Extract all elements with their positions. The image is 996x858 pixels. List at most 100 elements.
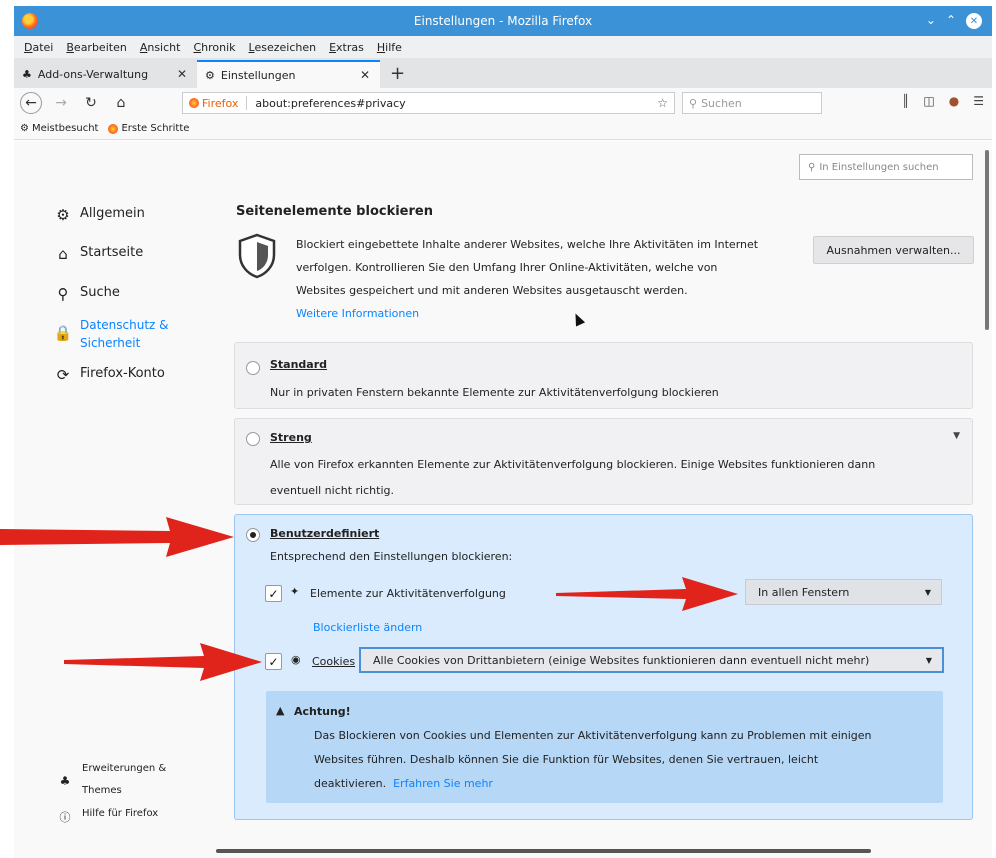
menu-bearbeiten[interactable]: Bearbeiten [66,41,126,54]
dropdown-caret-icon: ▼ [924,587,931,597]
option-title: Standard [270,358,328,371]
minimize-icon[interactable]: ⌄ [926,13,936,29]
warning-line-3: deaktivieren. [314,777,387,790]
horizontal-scrollbar[interactable] [216,849,871,853]
extension-icon[interactable]: ● [949,94,959,108]
description-line-2: verfolgen. Kontrollieren Sie den Umfang … [296,261,718,274]
sidebar-item-firefox-konto[interactable]: ⟳ Firefox-Konto [54,366,165,384]
preferences-search-input[interactable]: ⚲ In Einstellungen suchen [799,154,973,180]
star-icon[interactable]: ☆ [657,96,668,110]
help-icon: ⓘ [59,811,71,824]
option-description: Alle von Firefox erkannten Elemente zur … [270,452,950,504]
sidebar-icon[interactable]: ◫ [923,94,934,108]
close-tab-icon[interactable]: ✕ [360,68,370,82]
warning-text: Das Blockieren von Cookies und Elementen… [314,724,929,796]
annotation-arrow-cookies [64,643,262,681]
shield-icon [238,233,276,279]
firefox-logo-icon [189,98,199,108]
menu-bar: Datei Bearbeiten Ansicht Chronik Lesezei… [14,36,992,58]
search-placeholder: Suchen [701,96,742,110]
gear-icon: ⚙ [56,206,70,224]
close-window-icon[interactable]: ✕ [966,13,982,29]
window-title: Einstellungen - Mozilla Firefox [413,14,593,28]
bookmark-meistbesucht[interactable]: ⚙ Meistbesucht [20,123,98,134]
option-description: Entsprechend den Einstellungen blockiere… [270,550,513,563]
reload-icon[interactable]: ↻ [80,92,102,114]
window-titlebar: Einstellungen - Mozilla Firefox ⌄ ⌃ ✕ [14,6,992,36]
bookmark-label: Erste Schritte [121,123,190,134]
tracker-icon: ✦ [290,585,300,598]
back-icon[interactable]: ← [20,92,42,114]
url-separator [246,96,248,110]
trackers-dropdown[interactable]: In allen Fenstern ▼ [745,579,942,605]
search-input[interactable]: ⚲ Suchen [682,92,822,114]
nav-bar: ← → ↻ ⌂ Firefox about:preferences#privac… [14,88,992,118]
bookmark-erste-schritte[interactable]: Erste Schritte [108,123,189,134]
sidebar-item-suche[interactable]: ⚲ Suche [54,285,120,303]
url-bar[interactable]: Firefox about:preferences#privacy ☆ [182,92,675,114]
tab-bar: ♣ Add-ons-Verwaltung ✕ ⚙ Einstellungen ✕… [14,58,992,88]
menu-chronik[interactable]: Chronik [193,41,235,54]
radio-streng[interactable] [246,432,260,446]
sidebar-item-label: Allgemein [80,206,145,221]
description-line-1: Blockiert eingebettete Inhalte anderer W… [296,238,759,251]
tab-label: Einstellungen [220,68,296,82]
tab-settings[interactable]: ⚙ Einstellungen ✕ [197,60,380,88]
url-text: about:preferences#privacy [255,96,406,110]
tab-label: Add-ons-Verwaltung [37,67,149,81]
option-title: Streng [270,431,312,444]
option-standard[interactable]: Standard Nur in privaten Fenstern bekann… [234,342,973,409]
change-blocklist-link[interactable]: Blockierliste ändern [313,621,422,634]
cookies-dropdown[interactable]: Alle Cookies von Drittanbietern (einige … [359,647,944,673]
vertical-scrollbar[interactable] [985,150,989,330]
sidebar-item-label: Erweiterungen & [82,763,167,774]
menu-extras[interactable]: Extras [329,41,364,54]
sidebar-item-label-2: Themes [82,785,122,796]
menu-lesezeichen[interactable]: Lesezeichen [249,41,317,54]
annotation-arrow-custom [0,517,234,557]
menu-hilfe[interactable]: Hilfe [377,41,402,54]
search-icon: ⚲ [808,161,816,173]
description-line-3: Websites gespeichert und mit anderen Web… [296,284,688,297]
new-tab-button[interactable]: + [380,63,415,88]
manage-exceptions-button[interactable]: Ausnahmen verwalten... [813,236,974,264]
sidebar-item-label: Firefox-Konto [80,366,165,381]
sidebar-item-erweiterungen[interactable]: ♣ Erweiterungen & Themes [56,758,167,802]
learn-more-link[interactable]: Erfahren Sie mehr [393,777,493,790]
identity-badge[interactable]: Firefox [189,97,238,110]
home-icon[interactable]: ⌂ [110,92,132,114]
dropdown-caret-icon: ▼ [925,655,932,665]
menu-ansicht[interactable]: Ansicht [140,41,181,54]
cookies-checkbox[interactable]: ✓ [265,653,282,670]
sidebar-item-allgemein[interactable]: ⚙ Allgemein [54,206,145,224]
sidebar-item-label: Hilfe für Firefox [82,808,159,819]
library-icon[interactable]: ║ [902,94,909,108]
hamburger-menu-icon[interactable]: ☰ [973,94,984,108]
forward-icon[interactable]: → [50,92,72,114]
warning-box: ▲ Achtung! Das Blockieren von Cookies un… [266,691,943,803]
sidebar-item-label-2: Sicherheit [80,336,141,350]
cookies-label: Cookies [312,655,356,668]
option-streng[interactable]: Streng ▼ Alle von Firefox erkannten Elem… [234,418,973,505]
radio-custom[interactable] [246,528,260,542]
sidebar-item-hilfe[interactable]: ⓘ Hilfe für Firefox [56,808,159,826]
warning-line-1: Das Blockieren von Cookies und Elementen… [314,729,872,742]
sidebar-item-datenschutz[interactable]: 🔒 Datenschutz & Sicherheit [54,316,169,352]
radio-standard[interactable] [246,361,260,375]
sidebar-item-startseite[interactable]: ⌂ Startseite [54,245,143,263]
menu-datei[interactable]: Datei [24,41,53,54]
chevron-down-icon[interactable]: ▼ [953,431,960,441]
search-icon: ⚲ [689,96,698,110]
option-description-line-1: Alle von Firefox erkannten Elemente zur … [270,458,876,471]
tab-addons[interactable]: ♣ Add-ons-Verwaltung ✕ [14,60,197,88]
search-icon: ⚲ [57,285,69,303]
gear-icon: ⚙ [205,68,215,82]
warning-icon: ▲ [276,704,285,717]
maximize-icon[interactable]: ⌃ [946,13,956,29]
more-info-link[interactable]: Weitere Informationen [296,307,419,320]
trackers-checkbox[interactable]: ✓ [265,585,282,602]
url-brand: Firefox [202,96,239,110]
close-tab-icon[interactable]: ✕ [177,67,187,81]
puzzle-icon: ♣ [59,774,71,788]
annotation-arrow-trackers [556,577,738,611]
